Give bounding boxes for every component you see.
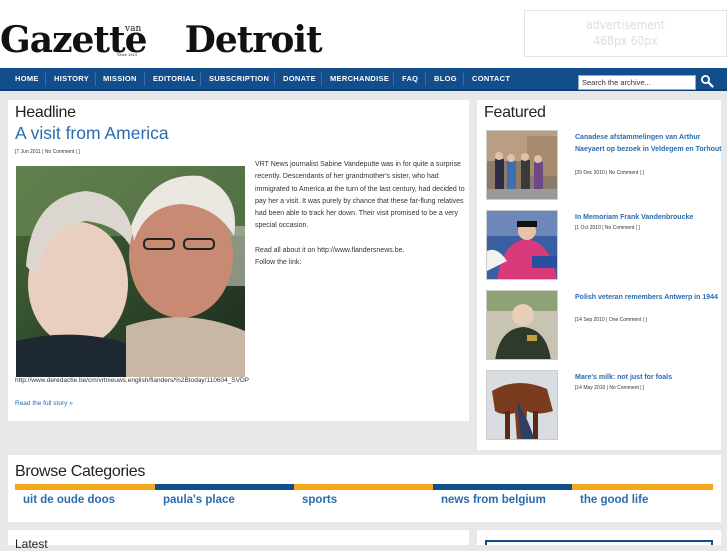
nav-separator bbox=[95, 72, 96, 86]
read-more-link[interactable]: Read the full story » bbox=[15, 400, 73, 407]
logo-since: Since 1914 bbox=[117, 52, 138, 57]
browse-categories-panel: Browse Categories uit de oude doos paula… bbox=[8, 455, 721, 522]
featured-title[interactable]: Polish veteran remembers Antwerp in 1944 bbox=[575, 292, 725, 304]
nav-mission[interactable]: MISSION bbox=[103, 68, 137, 90]
logo-van: van bbox=[125, 24, 142, 34]
headline-body: VRT News journalist Sabine Vandeputte wa… bbox=[255, 159, 467, 269]
ad-line-2: 468px 60px bbox=[593, 34, 658, 48]
headline-meta: [7 Jun 2011 | No Comment | ] bbox=[15, 149, 80, 155]
nav-blog[interactable]: BLOG bbox=[434, 68, 457, 90]
headline-body-paragraph: Read all about it on http://www.flanders… bbox=[255, 246, 405, 254]
category-label: uit de oude doos bbox=[23, 494, 115, 506]
nav-editorial[interactable]: EDITORIAL bbox=[153, 68, 196, 90]
headline-photo[interactable] bbox=[16, 166, 245, 377]
category-label: sports bbox=[302, 494, 338, 506]
sidebar-widget-box bbox=[485, 540, 713, 545]
site-logo[interactable]: Gazette Detroit van Since 1914 bbox=[0, 18, 323, 64]
category-label: news from belgium bbox=[441, 494, 546, 506]
category-color-bar bbox=[15, 484, 155, 490]
logo-text: Gazette Detroit bbox=[0, 18, 323, 62]
featured-meta: [14 Sep 2010 | One Comment | ] bbox=[575, 317, 647, 323]
category-color-bar bbox=[433, 484, 572, 490]
nav-donate[interactable]: DONATE bbox=[283, 68, 316, 90]
nav-home[interactable]: HOME bbox=[15, 68, 39, 90]
category-color-bar bbox=[572, 484, 713, 490]
headline-body-paragraph: VRT News journalist Sabine Vandeputte wa… bbox=[255, 161, 465, 230]
featured-thumbnail[interactable] bbox=[486, 130, 558, 200]
category-paulas-place[interactable]: paula's place bbox=[155, 484, 294, 518]
category-the-good-life[interactable]: the good life bbox=[572, 484, 713, 518]
featured-meta: [29 Dec 2010 | No Comment | ] bbox=[575, 170, 644, 176]
latest-panel: Latest bbox=[8, 530, 469, 551]
nav-separator bbox=[200, 72, 201, 86]
headline-section-title: Headline bbox=[15, 104, 76, 121]
featured-item: Polish veteran remembers Antwerp in 1944… bbox=[486, 290, 718, 362]
nav-separator bbox=[274, 72, 275, 86]
featured-title[interactable]: Mare's milk: not just for foals bbox=[575, 372, 725, 384]
featured-item: Canadese afstammelingen van Arthur Naeya… bbox=[486, 130, 722, 202]
featured-meta: [1 Oct 2010 | No Comment | ] bbox=[575, 225, 640, 231]
headline-link-url[interactable]: http://www.deredactie.be/cm/vrtnieuws.en… bbox=[15, 377, 249, 384]
sidebar-widget-panel bbox=[477, 530, 721, 545]
nav-separator bbox=[144, 72, 145, 86]
browse-section-title: Browse Categories bbox=[15, 463, 146, 480]
advertisement-box[interactable]: advertisement 468px 60px bbox=[524, 10, 727, 57]
nav-separator bbox=[321, 72, 322, 86]
category-label: paula's place bbox=[163, 494, 235, 506]
magnifier-icon[interactable] bbox=[700, 74, 714, 88]
featured-section-title: Featured bbox=[484, 104, 546, 121]
featured-meta: [14 May 2010 | No Comment | ] bbox=[575, 385, 645, 391]
featured-item: In Memoriam Frank Vandenbroucke [1 Oct 2… bbox=[486, 210, 716, 282]
nav-separator bbox=[45, 72, 46, 86]
nav-history[interactable]: HISTORY bbox=[54, 68, 89, 90]
category-color-bar bbox=[155, 484, 294, 490]
featured-thumbnail[interactable] bbox=[486, 290, 558, 360]
header: Gazette Detroit van Since 1914 advertisem… bbox=[0, 0, 727, 68]
nav-subscription[interactable]: SUBSCRIPTION bbox=[209, 68, 269, 90]
nav-separator bbox=[425, 72, 426, 86]
category-uit-de-oude-doos[interactable]: uit de oude doos bbox=[15, 484, 155, 518]
nav-merchandise[interactable]: MERCHANDISE bbox=[330, 68, 389, 90]
search-input[interactable] bbox=[578, 75, 696, 90]
nav-contact[interactable]: CONTACT bbox=[472, 68, 510, 90]
category-news-from-belgium[interactable]: news from belgium bbox=[433, 484, 572, 518]
featured-item: Mare's milk: not just for foals [14 May … bbox=[486, 370, 716, 442]
nav-separator bbox=[393, 72, 394, 86]
category-sports[interactable]: sports bbox=[294, 484, 433, 518]
featured-title[interactable]: Canadese afstammelingen van Arthur Naeya… bbox=[575, 132, 725, 156]
nav-separator bbox=[463, 72, 464, 86]
logo-word-detroit: Detroit bbox=[184, 19, 323, 61]
featured-thumbnail[interactable] bbox=[486, 370, 558, 440]
nav-faq[interactable]: FAQ bbox=[402, 68, 418, 90]
category-label: the good life bbox=[580, 494, 649, 506]
headline-article-title[interactable]: A visit from America bbox=[15, 123, 169, 144]
latest-section-title: Latest bbox=[15, 537, 48, 551]
category-color-bar bbox=[294, 484, 433, 490]
headline-body-paragraph: Follow the link: bbox=[255, 259, 302, 267]
featured-panel: Featured Canadese afstammelingen van Art… bbox=[477, 100, 722, 450]
headline-panel: Headline A visit from America [7 Jun 201… bbox=[8, 100, 469, 421]
featured-title[interactable]: In Memoriam Frank Vandenbroucke bbox=[575, 212, 725, 224]
ad-line-1: advertisement bbox=[586, 18, 665, 32]
featured-thumbnail[interactable] bbox=[486, 210, 558, 280]
